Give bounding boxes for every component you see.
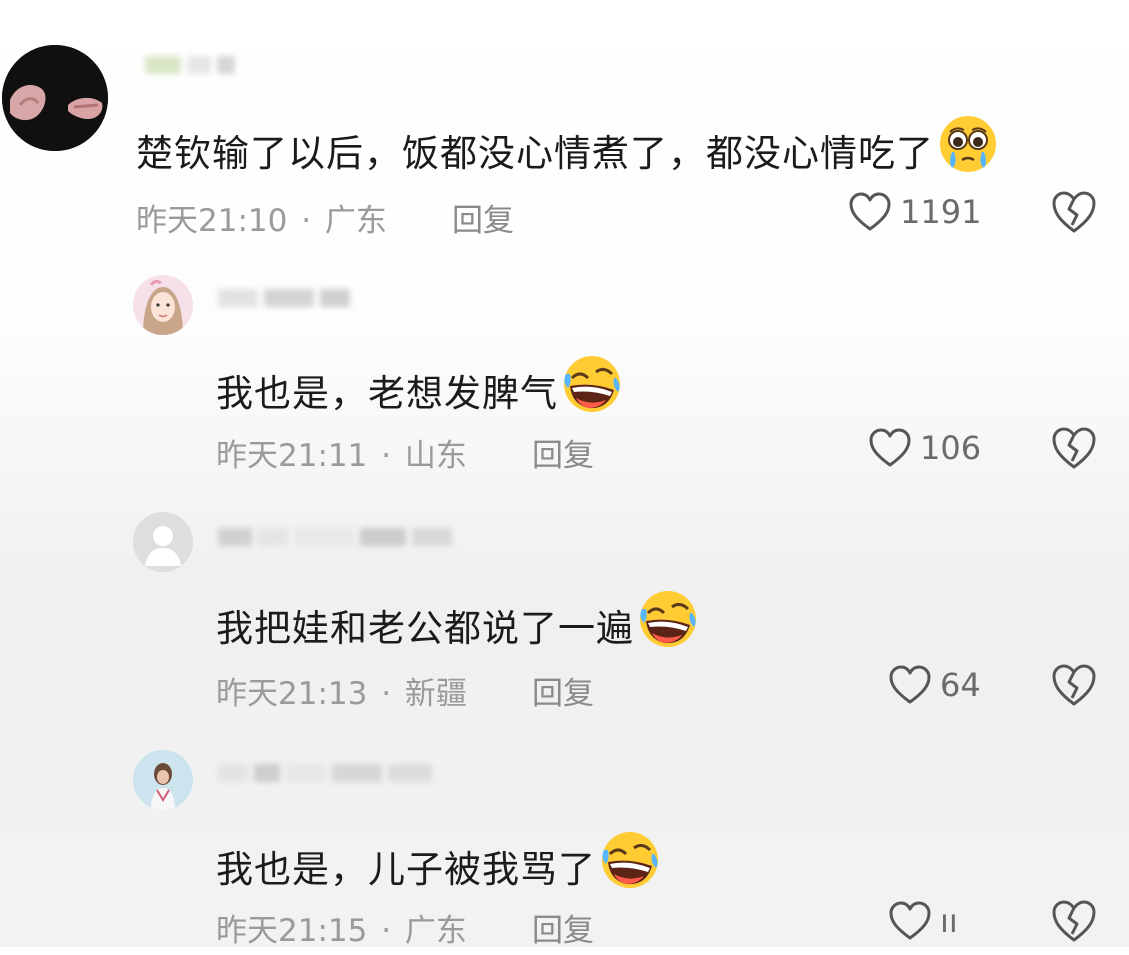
username-blurred[interactable] bbox=[218, 758, 488, 788]
timestamp: 昨天21:15 bbox=[216, 913, 368, 949]
comment-item: 我也是，儿子被我骂了 昨天21:15 · 广东 回复 ıı bbox=[0, 0, 1129, 955]
comment-text: 我也是，儿子被我骂了 bbox=[216, 828, 662, 893]
heart-icon bbox=[888, 900, 932, 942]
avatar[interactable] bbox=[133, 750, 193, 810]
like-count-partial: ıı bbox=[940, 902, 958, 940]
reply-button[interactable]: 回复 bbox=[532, 905, 594, 950]
like-button[interactable]: ıı bbox=[888, 900, 958, 942]
comment-thread: 楚钦输了以后，饭都没心情煮了，都没心情吃了 昨天21:10 · 广东 回复 11… bbox=[0, 0, 1129, 955]
dislike-button[interactable] bbox=[1050, 898, 1098, 944]
rofl-emoji bbox=[598, 828, 662, 892]
bottom-cutoff-strip bbox=[0, 947, 1129, 955]
location: 广东 bbox=[404, 913, 467, 949]
broken-heart-icon bbox=[1050, 898, 1098, 944]
comment-meta: 昨天21:15 · 广东 bbox=[216, 905, 467, 950]
meta-separator: · bbox=[381, 913, 392, 949]
